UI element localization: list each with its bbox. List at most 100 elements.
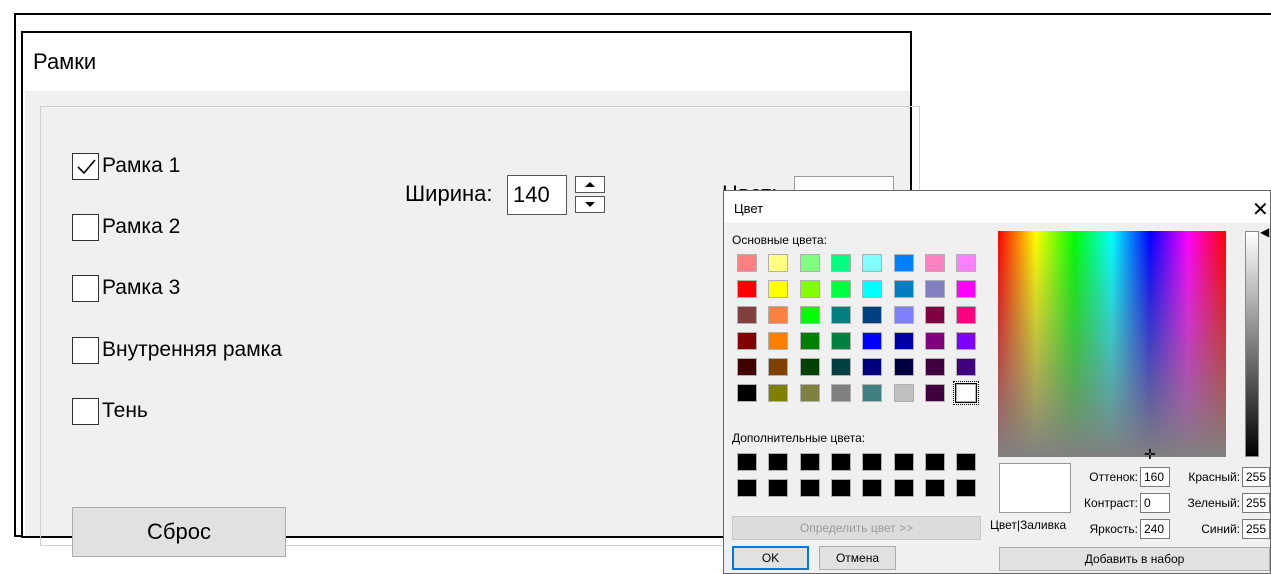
checkbox-shadow[interactable]: Тень xyxy=(72,396,148,426)
basic-color-swatch[interactable] xyxy=(799,280,820,298)
basic-color-swatch[interactable] xyxy=(737,280,757,298)
basic-color-swatch[interactable] xyxy=(862,306,883,324)
basic-color-swatch[interactable] xyxy=(768,358,789,376)
checkbox-inner-border[interactable]: Внутренняя рамка xyxy=(72,335,282,365)
custom-color-swatch[interactable] xyxy=(737,479,757,497)
basic-color-swatch[interactable] xyxy=(768,280,789,298)
ok-button[interactable]: OK xyxy=(732,546,809,570)
basic-color-swatch[interactable] xyxy=(768,332,789,350)
basic-color-swatch[interactable] xyxy=(737,254,757,272)
basic-color-swatch[interactable] xyxy=(924,332,945,350)
custom-color-swatch[interactable] xyxy=(924,453,945,471)
basic-color-swatch[interactable] xyxy=(862,358,883,376)
custom-color-swatch[interactable] xyxy=(830,479,851,497)
sat-input[interactable]: 0 xyxy=(1140,493,1170,513)
dialog-titlebar: Цвет ✕ xyxy=(724,191,1270,223)
custom-color-swatch[interactable] xyxy=(862,479,883,497)
green-input[interactable]: 255 xyxy=(1242,493,1270,513)
checkbox-box[interactable] xyxy=(72,397,99,425)
basic-color-swatch[interactable] xyxy=(830,384,851,402)
custom-color-swatch[interactable] xyxy=(768,453,789,471)
basic-color-swatch[interactable] xyxy=(893,332,914,350)
basic-color-swatch[interactable] xyxy=(924,306,945,324)
blue-input[interactable]: 255 xyxy=(1242,519,1270,539)
basic-color-swatch[interactable] xyxy=(830,358,851,376)
basic-color-swatch[interactable] xyxy=(799,384,820,402)
custom-color-swatch[interactable] xyxy=(956,479,977,497)
reset-button[interactable]: Сброс xyxy=(72,507,286,557)
basic-color-swatch[interactable] xyxy=(862,384,883,402)
checkbox-border-1[interactable]: Рамка 1 xyxy=(72,151,180,181)
custom-color-swatch[interactable] xyxy=(862,453,883,471)
custom-color-swatch[interactable] xyxy=(799,479,820,497)
basic-color-swatch[interactable] xyxy=(830,280,851,298)
checkbox-box[interactable] xyxy=(72,336,99,364)
checkbox-box[interactable] xyxy=(72,274,99,302)
checkbox-label: Внутренняя рамка xyxy=(102,338,282,361)
basic-color-swatch[interactable] xyxy=(924,254,945,272)
spin-down-button[interactable] xyxy=(575,196,605,213)
spin-up-button[interactable] xyxy=(575,176,605,193)
custom-color-swatch[interactable] xyxy=(830,453,851,471)
basic-color-swatch[interactable] xyxy=(768,306,789,324)
checkbox-label: Тень xyxy=(102,399,148,422)
basic-color-swatch[interactable] xyxy=(893,384,914,402)
basic-color-swatch[interactable] xyxy=(799,332,820,350)
checkbox-label: Рамка 1 xyxy=(102,154,181,177)
basic-color-swatch[interactable] xyxy=(956,306,977,324)
checkbox-box[interactable] xyxy=(72,152,99,180)
basic-color-swatch[interactable] xyxy=(893,358,914,376)
custom-color-swatch[interactable] xyxy=(768,479,789,497)
basic-color-swatch[interactable] xyxy=(893,280,914,298)
basic-color-swatch[interactable] xyxy=(924,358,945,376)
basic-color-swatch[interactable] xyxy=(830,306,851,324)
basic-color-swatch[interactable] xyxy=(893,254,914,272)
basic-color-swatch[interactable] xyxy=(737,332,757,350)
basic-color-swatch[interactable] xyxy=(737,384,757,402)
basic-color-swatch[interactable] xyxy=(862,280,883,298)
define-color-button[interactable]: Определить цвет >> xyxy=(732,516,981,540)
basic-color-swatch[interactable] xyxy=(830,332,851,350)
green-label: Зеленый: xyxy=(1187,496,1241,510)
custom-color-swatch[interactable] xyxy=(737,453,757,471)
basic-color-swatch[interactable] xyxy=(956,332,977,350)
custom-color-swatch[interactable] xyxy=(956,453,977,471)
basic-color-swatch[interactable] xyxy=(862,254,883,272)
basic-color-swatch[interactable] xyxy=(924,384,945,402)
basic-color-swatch[interactable] xyxy=(830,254,851,272)
cancel-button[interactable]: Отмена xyxy=(819,546,896,570)
checkbox-border-3[interactable]: Рамка 3 xyxy=(72,273,180,303)
basic-color-swatch[interactable] xyxy=(799,358,820,376)
basic-color-swatch[interactable] xyxy=(956,254,977,272)
custom-color-swatch[interactable] xyxy=(799,453,820,471)
basic-color-swatch[interactable] xyxy=(862,332,883,350)
red-input[interactable]: 255 xyxy=(1242,467,1270,487)
close-icon[interactable]: ✕ xyxy=(1252,197,1269,222)
checkbox-border-2[interactable]: Рамка 2 xyxy=(72,212,180,242)
custom-color-swatch[interactable] xyxy=(893,479,914,497)
width-input[interactable]: 140 xyxy=(507,175,567,215)
basic-color-swatch[interactable] xyxy=(893,306,914,324)
basic-color-swatch[interactable] xyxy=(956,280,977,298)
basic-color-swatch[interactable] xyxy=(799,254,820,272)
basic-color-swatch[interactable] xyxy=(924,280,945,298)
basic-color-swatch[interactable] xyxy=(737,306,757,324)
luminosity-bar[interactable] xyxy=(1245,231,1259,457)
custom-color-swatch[interactable] xyxy=(893,453,914,471)
basic-colors-label: Основные цвета: xyxy=(732,233,828,247)
color-spectrum[interactable] xyxy=(998,231,1226,457)
checkbox-box[interactable] xyxy=(72,213,99,241)
basic-color-swatch[interactable] xyxy=(799,306,820,324)
lum-input[interactable]: 240 xyxy=(1140,519,1170,539)
luminosity-arrow-icon[interactable]: ◀ xyxy=(1260,225,1269,239)
color-preview xyxy=(999,463,1071,513)
basic-color-swatch[interactable] xyxy=(768,254,789,272)
custom-color-swatch[interactable] xyxy=(924,479,945,497)
hue-input[interactable]: 160 xyxy=(1140,467,1170,487)
basic-color-swatch[interactable] xyxy=(956,358,977,376)
basic-color-swatch[interactable] xyxy=(768,384,789,402)
basic-color-swatch[interactable] xyxy=(953,381,980,405)
basic-color-swatch[interactable] xyxy=(737,358,757,376)
panel-title: Рамки xyxy=(33,49,97,74)
add-to-custom-button[interactable]: Добавить в набор xyxy=(999,547,1270,571)
